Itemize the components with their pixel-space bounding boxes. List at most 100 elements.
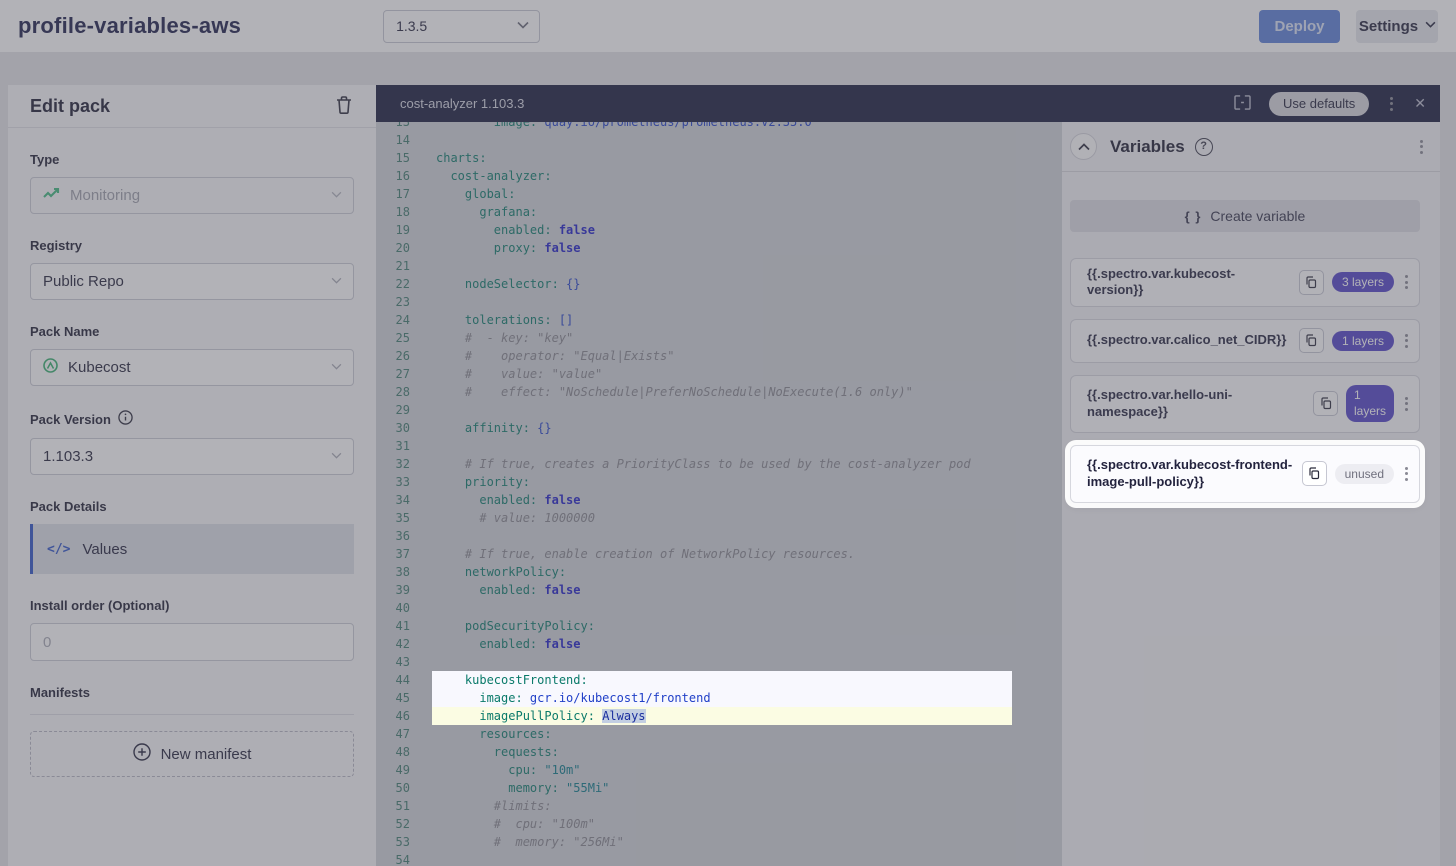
line-content: affinity: {} xyxy=(410,419,1062,437)
variable-menu-button[interactable] xyxy=(1402,394,1411,414)
line-number: 14 xyxy=(376,131,410,149)
code-line[interactable]: 36 xyxy=(376,527,1062,545)
code-line[interactable]: 38 networkPolicy: xyxy=(376,563,1062,581)
code-line[interactable]: 24 tolerations: [] xyxy=(376,311,1062,329)
new-manifest-button[interactable]: New manifest xyxy=(30,731,354,777)
code-line[interactable]: 27 # value: "value" xyxy=(376,365,1062,383)
pack-name-select[interactable]: Kubecost xyxy=(30,349,354,386)
info-icon xyxy=(118,410,133,428)
code-line[interactable]: 15charts: xyxy=(376,149,1062,167)
code-line[interactable]: 16 cost-analyzer: xyxy=(376,167,1062,185)
copy-variable-button[interactable] xyxy=(1313,391,1338,416)
type-select[interactable]: Monitoring xyxy=(30,177,354,214)
code-line[interactable]: 33 priority: xyxy=(376,473,1062,491)
line-number: 16 xyxy=(376,167,410,185)
code-line[interactable]: 41 podSecurityPolicy: xyxy=(376,617,1062,635)
registry-select[interactable]: Public Repo xyxy=(30,263,354,300)
compare-changes-button[interactable] xyxy=(1234,95,1251,113)
registry-label: Registry xyxy=(30,238,354,253)
profile-version-select[interactable]: 1.3.5 xyxy=(383,10,540,43)
code-line[interactable]: 14 xyxy=(376,131,1062,149)
line-content: charts: xyxy=(410,149,1062,167)
copy-variable-button[interactable] xyxy=(1299,270,1324,295)
line-content xyxy=(410,131,1062,149)
line-number: 23 xyxy=(376,293,410,311)
code-line[interactable]: 35 # value: 1000000 xyxy=(376,509,1062,527)
code-line[interactable]: 17 global: xyxy=(376,185,1062,203)
line-number: 50 xyxy=(376,779,410,797)
line-content xyxy=(410,293,1062,311)
code-line[interactable]: 21 xyxy=(376,257,1062,275)
line-content xyxy=(410,653,1062,671)
line-content: networkPolicy: xyxy=(410,563,1062,581)
settings-button[interactable]: Settings xyxy=(1356,10,1438,43)
line-number: 37 xyxy=(376,545,410,563)
code-line[interactable]: 45 image: gcr.io/kubecost1/frontend xyxy=(376,689,1062,707)
pack-details-values-tab[interactable]: </> Values xyxy=(30,524,354,574)
code-line[interactable]: 54 xyxy=(376,851,1062,866)
line-number: 25 xyxy=(376,329,410,347)
collapse-variables-button[interactable] xyxy=(1070,133,1097,160)
values-code-editor[interactable]: 13 image: quay.io/prometheus/prometheus:… xyxy=(376,122,1062,866)
help-icon[interactable]: ? xyxy=(1195,138,1213,156)
variable-menu-button[interactable] xyxy=(1402,464,1411,484)
deploy-button[interactable]: Deploy xyxy=(1259,10,1340,43)
code-line[interactable]: 22 nodeSelector: {} xyxy=(376,275,1062,293)
code-line[interactable]: 32 # If true, creates a PriorityClass to… xyxy=(376,455,1062,473)
code-line[interactable]: 34 enabled: false xyxy=(376,491,1062,509)
install-order-input[interactable] xyxy=(30,623,354,661)
pack-details-label: Pack Details xyxy=(30,499,354,514)
code-line[interactable]: 52 # cpu: "100m" xyxy=(376,815,1062,833)
code-line[interactable]: 51 #limits: xyxy=(376,797,1062,815)
variables-menu-button[interactable] xyxy=(1417,137,1426,157)
code-line[interactable]: 53 # memory: "256Mi" xyxy=(376,833,1062,851)
line-content: priority: xyxy=(410,473,1062,491)
close-icon[interactable]: ✕ xyxy=(1414,95,1426,112)
line-content: tolerations: [] xyxy=(410,311,1062,329)
line-number: 51 xyxy=(376,797,410,815)
code-line[interactable]: 50 memory: "55Mi" xyxy=(376,779,1062,797)
code-line[interactable]: 47 resources: xyxy=(376,725,1062,743)
code-line[interactable]: 43 xyxy=(376,653,1062,671)
code-line[interactable]: 19 enabled: false xyxy=(376,221,1062,239)
line-number: 13 xyxy=(376,122,410,131)
copy-variable-button[interactable] xyxy=(1299,328,1324,353)
code-line[interactable]: 37 # If true, enable creation of Network… xyxy=(376,545,1062,563)
code-line[interactable]: 20 proxy: false xyxy=(376,239,1062,257)
code-line[interactable]: 30 affinity: {} xyxy=(376,419,1062,437)
code-line[interactable]: 44 kubecostFrontend: xyxy=(376,671,1062,689)
code-line[interactable]: 46 imagePullPolicy: Always xyxy=(376,707,1062,725)
line-number: 24 xyxy=(376,311,410,329)
code-line[interactable]: 18 grafana: xyxy=(376,203,1062,221)
code-line[interactable]: 39 enabled: false xyxy=(376,581,1062,599)
line-number: 18 xyxy=(376,203,410,221)
create-variable-button[interactable]: { } Create variable xyxy=(1070,200,1420,232)
code-line[interactable]: 23 xyxy=(376,293,1062,311)
code-line[interactable]: 25 # - key: "key" xyxy=(376,329,1062,347)
use-defaults-button[interactable]: Use defaults xyxy=(1269,92,1369,116)
code-line[interactable]: 40 xyxy=(376,599,1062,617)
copy-variable-button[interactable] xyxy=(1302,461,1327,486)
code-line[interactable]: 49 cpu: "10m" xyxy=(376,761,1062,779)
code-line[interactable]: 31 xyxy=(376,437,1062,455)
line-number: 43 xyxy=(376,653,410,671)
pack-version-select[interactable]: 1.103.3 xyxy=(30,438,354,475)
variables-panel: Variables ? { } Create variable {{.spect… xyxy=(1062,122,1440,866)
editor-menu-button[interactable] xyxy=(1387,94,1396,114)
delete-pack-button[interactable] xyxy=(334,94,354,119)
line-number: 44 xyxy=(376,671,410,689)
variable-name: {{.spectro.var.kubecost-frontend-image-p… xyxy=(1087,457,1294,490)
code-line[interactable]: 28 # effect: "NoSchedule|PreferNoSchedul… xyxy=(376,383,1062,401)
variable-menu-button[interactable] xyxy=(1402,272,1411,292)
variables-list: {{.spectro.var.kubecost-version}}3 layer… xyxy=(1070,258,1420,503)
variable-name: {{.spectro.var.hello-uni-namespace}} xyxy=(1087,387,1305,420)
code-line[interactable]: 42 enabled: false xyxy=(376,635,1062,653)
code-line[interactable]: 29 xyxy=(376,401,1062,419)
code-line[interactable]: 26 # operator: "Equal|Exists" xyxy=(376,347,1062,365)
line-number: 34 xyxy=(376,491,410,509)
editor-title: cost-analyzer 1.103.3 xyxy=(400,96,524,111)
line-content: # value: "value" xyxy=(410,365,1062,383)
variable-menu-button[interactable] xyxy=(1402,331,1411,351)
code-line[interactable]: 48 requests: xyxy=(376,743,1062,761)
code-line[interactable]: 13 image: quay.io/prometheus/prometheus:… xyxy=(376,122,1062,131)
